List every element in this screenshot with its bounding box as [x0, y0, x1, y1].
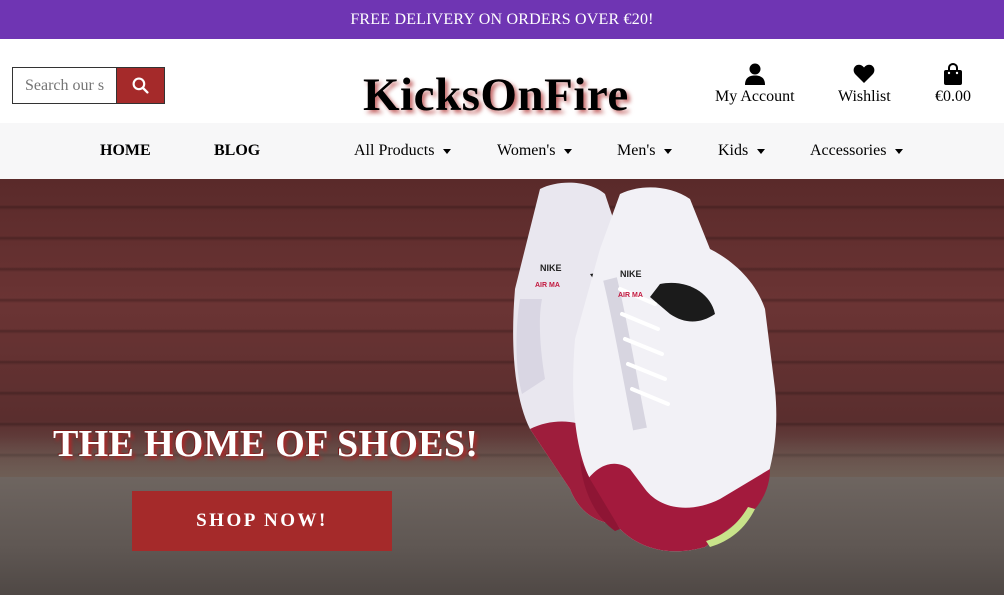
nav-womens-label: Women's	[497, 142, 556, 159]
chevron-down-icon	[895, 148, 904, 154]
nav-accessories-label: Accessories	[810, 142, 887, 159]
front-sneaker: NIKE AIR MA	[573, 187, 777, 552]
wishlist-link[interactable]: Wishlist	[838, 63, 891, 106]
wishlist-label: Wishlist	[838, 88, 891, 105]
chevron-down-icon	[664, 148, 673, 154]
nav-home[interactable]: HOME	[100, 142, 151, 160]
nav-all-products-label: All Products	[354, 142, 435, 159]
shop-now-button[interactable]: SHOP NOW!	[132, 491, 392, 551]
back-shoe-brand: NIKE	[540, 263, 562, 273]
cart-link[interactable]: €0.00	[935, 63, 971, 106]
user-icon	[744, 63, 765, 85]
search-input[interactable]	[12, 67, 116, 104]
site-header: KicksOnFire My Account Wishlist €0.00	[0, 39, 1004, 123]
search-form	[12, 67, 165, 104]
promo-banner-text: FREE DELIVERY ON ORDERS OVER €20!	[350, 10, 654, 28]
front-shoe-model: AIR MA	[618, 292, 643, 299]
nav-kids-label: Kids	[718, 142, 749, 159]
search-icon	[132, 77, 149, 94]
my-account-link[interactable]: My Account	[715, 63, 795, 106]
my-account-label: My Account	[715, 88, 795, 105]
shopping-bag-icon	[944, 63, 962, 85]
chevron-down-icon	[443, 148, 452, 154]
hero-title: THE HOME OF SHOES!	[53, 423, 479, 465]
nav-mens-label: Men's	[617, 142, 656, 159]
heart-icon	[853, 64, 875, 83]
nav-blog[interactable]: BLOG	[214, 142, 260, 160]
sneakers-image: NIKE AIR MA NIKE AIR MA	[513, 182, 777, 552]
nav-womens[interactable]: Women's	[497, 142, 573, 160]
nav-accessories[interactable]: Accessories	[810, 142, 904, 160]
main-nav: HOME BLOG All Products Women's Men's Kid…	[0, 123, 1004, 179]
cart-total: €0.00	[935, 88, 971, 105]
hero-section: NIKE AIR MA NIKE AIR MA THE HOME OF SHOE…	[0, 179, 1004, 595]
promo-banner: FREE DELIVERY ON ORDERS OVER €20!	[0, 0, 1004, 39]
nav-mens[interactable]: Men's	[617, 142, 673, 160]
nav-all-products[interactable]: All Products	[354, 142, 452, 160]
chevron-down-icon	[757, 148, 766, 154]
back-shoe-model: AIR MA	[535, 282, 560, 289]
chevron-down-icon	[564, 148, 573, 154]
front-shoe-brand: NIKE	[620, 269, 642, 279]
search-button[interactable]	[116, 67, 165, 104]
site-logo[interactable]: KicksOnFire	[363, 68, 629, 122]
nav-kids[interactable]: Kids	[718, 142, 766, 160]
